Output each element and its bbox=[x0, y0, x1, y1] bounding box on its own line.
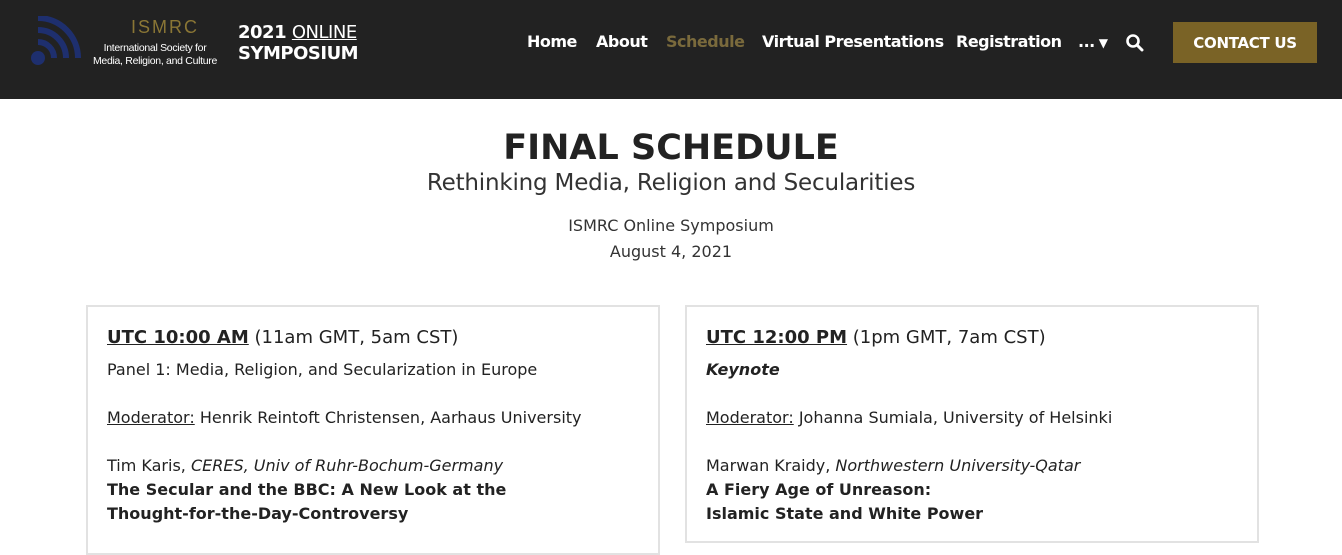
event-date: August 4, 2021 bbox=[609, 242, 733, 261]
talk-title-line-1: A Fiery Age of Unreason: bbox=[706, 480, 932, 499]
contact-us-button[interactable]: CONTACT US bbox=[1173, 22, 1317, 63]
nav-registration[interactable]: Registration bbox=[956, 32, 1062, 54]
logo-line-2: Media, Religion, and Culture bbox=[92, 55, 218, 67]
session-time-utc: UTC 12:00 PM bbox=[706, 327, 848, 348]
nav-home[interactable]: Home bbox=[527, 32, 577, 54]
speaker-affiliation: CERES, Univ of Ruhr-Bochum-Germany bbox=[190, 456, 504, 475]
moderator-label: Moderator: bbox=[107, 408, 195, 427]
nav-about[interactable]: About bbox=[596, 32, 648, 54]
search-icon[interactable] bbox=[1125, 33, 1145, 53]
nav-more-menu[interactable]: ... ▼ bbox=[1078, 32, 1108, 54]
speaker-name: Tim Karis, bbox=[107, 456, 191, 475]
session-panel-title: Keynote bbox=[706, 360, 780, 379]
talk-title-line-1: The Secular and the BBC: A New Look at t… bbox=[107, 480, 507, 499]
signal-arcs-icon bbox=[31, 16, 81, 65]
talk-title-line-2: Islamic State and White Power bbox=[706, 504, 984, 523]
session-card-1: UTC 10:00 AM (11am GMT, 5am CST) Panel 1… bbox=[86, 305, 660, 555]
nav-virtual-presentations[interactable]: Virtual Presentations bbox=[762, 32, 944, 54]
session-time-local: (1pm GMT, 7am CST) bbox=[847, 327, 1046, 348]
event-online: ONLINE bbox=[291, 22, 357, 43]
talk-title-line-2: Thought-for-the-Day-Controversy bbox=[107, 504, 409, 523]
session-card-2: UTC 12:00 PM (1pm GMT, 7am CST) Keynote … bbox=[685, 305, 1259, 543]
session-panel-title: Panel 1: Media, Religion, and Seculariza… bbox=[107, 360, 538, 379]
session-moderator: Moderator: Johanna Sumiala, University o… bbox=[706, 408, 1112, 427]
site-header: ISMRC International Society for Media, R… bbox=[0, 0, 1342, 99]
moderator-name: Henrik Reintoft Christensen, Aarhaus Uni… bbox=[194, 408, 582, 427]
session-speaker: Tim Karis, CERES, Univ of Ruhr-Bochum-Ge… bbox=[107, 456, 503, 475]
session-time-utc: UTC 10:00 AM bbox=[107, 327, 249, 348]
session-time: UTC 10:00 AM (11am GMT, 5am CST) bbox=[107, 327, 458, 348]
ismrc-logo[interactable]: ISMRC International Society for Media, R… bbox=[26, 16, 226, 74]
page-title: FINAL SCHEDULE bbox=[503, 128, 839, 168]
session-moderator: Moderator: Henrik Reintoft Christensen, … bbox=[107, 408, 582, 427]
event-name: ISMRC Online Symposium bbox=[568, 216, 774, 235]
nav-schedule[interactable]: Schedule bbox=[666, 32, 745, 54]
session-time: UTC 12:00 PM (1pm GMT, 7am CST) bbox=[706, 327, 1046, 348]
speaker-name: Marwan Kraidy, bbox=[706, 456, 836, 475]
logo-line-1: International Society for bbox=[103, 42, 207, 54]
logo-acronym: ISMRC bbox=[131, 17, 199, 37]
event-year: 2021 bbox=[238, 22, 287, 43]
speaker-affiliation: Northwestern University-Qatar bbox=[835, 456, 1081, 475]
moderator-name: Johanna Sumiala, University of Helsinki bbox=[793, 408, 1113, 427]
page-subtitle: Rethinking Media, Religion and Secularit… bbox=[426, 170, 916, 196]
moderator-label: Moderator: bbox=[706, 408, 794, 427]
event-title[interactable]: 2021 ONLINE SYMPOSIUM bbox=[238, 22, 359, 64]
event-symposium: SYMPOSIUM bbox=[238, 43, 359, 64]
session-time-local: (11am GMT, 5am CST) bbox=[248, 327, 459, 348]
session-speaker: Marwan Kraidy, Northwestern University-Q… bbox=[706, 456, 1080, 475]
chevron-down-icon: ▼ bbox=[1098, 36, 1108, 50]
nav-more-label: ... bbox=[1078, 32, 1095, 51]
